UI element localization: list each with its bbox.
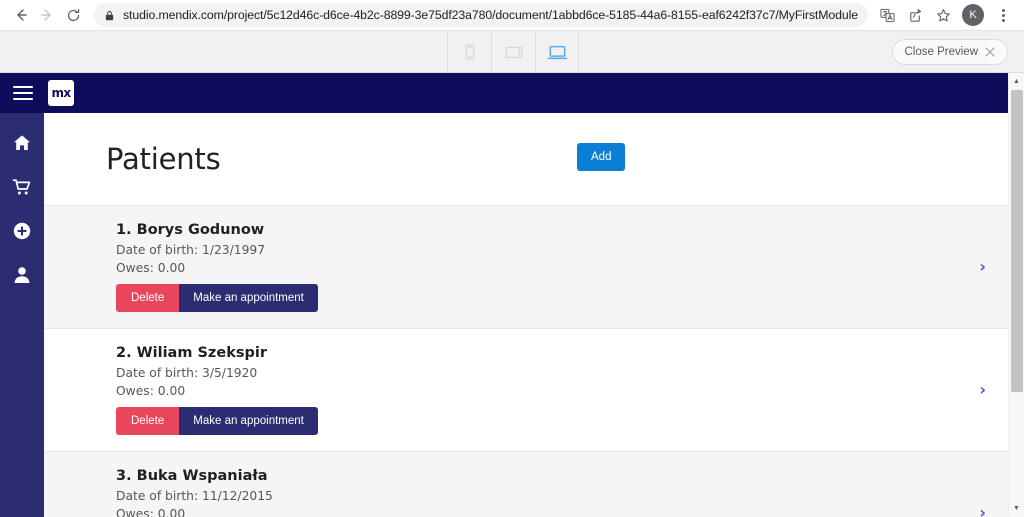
scroll-down-arrow[interactable]: ▼	[1013, 500, 1020, 517]
make-appointment-button[interactable]: Make an appointment	[179, 284, 318, 312]
row-actions: Delete Make an appointment	[116, 284, 1024, 312]
patient-name: 1. Borys Godunow	[116, 222, 265, 238]
patient-dob: Date of birth: 1/23/1997	[116, 243, 266, 257]
page-content: Patients Add 1. Borys Godunow Date of bi…	[44, 113, 1024, 517]
shopping-cart-icon[interactable]	[10, 175, 34, 199]
page-title: Patients	[106, 142, 221, 176]
sidebar	[0, 113, 44, 517]
add-button[interactable]: Add	[577, 143, 626, 171]
patient-owes: Owes: 0.00	[116, 507, 186, 517]
close-preview-button[interactable]: Close Preview	[891, 38, 1008, 65]
address-bar[interactable]: studio.mendix.com/project/5c12d46c-d6ce-…	[94, 3, 868, 27]
table-row[interactable]: 1. Borys Godunow Date of birth: 1/23/199…	[44, 205, 1024, 328]
patient-dob: Date of birth: 11/12/2015	[116, 489, 273, 503]
translate-icon[interactable]	[874, 2, 900, 28]
delete-button[interactable]: Delete	[116, 407, 180, 435]
table-row[interactable]: 3. Buka Wspaniała Date of birth: 11/12/2…	[44, 451, 1024, 517]
device-desktop-button[interactable]	[535, 31, 579, 73]
delete-button[interactable]: Delete	[116, 284, 180, 312]
patient-owes: Owes: 0.00	[116, 384, 186, 398]
chevron-right-icon[interactable]: ›	[979, 505, 986, 517]
browser-actions: K	[874, 2, 1016, 28]
lock-icon	[104, 10, 115, 21]
plus-circle-icon[interactable]	[10, 219, 34, 243]
app-body: Patients Add 1. Borys Godunow Date of bi…	[0, 113, 1024, 517]
app-topbar: mx	[0, 73, 1024, 113]
browser-toolbar: studio.mendix.com/project/5c12d46c-d6ce-…	[0, 0, 1024, 31]
close-preview-label: Close Preview	[904, 45, 979, 58]
hamburger-menu-icon[interactable]	[10, 80, 36, 106]
row-actions: Delete Make an appointment	[116, 407, 1024, 435]
vertical-scrollbar[interactable]: ▲ ▼	[1008, 73, 1024, 517]
make-appointment-button[interactable]: Make an appointment	[179, 407, 318, 435]
share-icon[interactable]	[902, 2, 928, 28]
patient-owes: Owes: 0.00	[116, 261, 186, 275]
page-header: Patients Add	[44, 113, 1024, 205]
app-frame: mx Patients Add 1. Borys Godunow Date of…	[0, 73, 1024, 517]
chevron-right-icon[interactable]: ›	[979, 382, 986, 398]
patient-name: 3. Buka Wspaniała	[116, 468, 268, 484]
device-tablet-button[interactable]	[491, 31, 535, 73]
forward-icon[interactable]	[34, 2, 60, 28]
patient-list: 1. Borys Godunow Date of birth: 1/23/199…	[44, 205, 1024, 517]
device-phone-button[interactable]	[447, 31, 491, 73]
mendix-logo: mx	[48, 80, 74, 106]
reload-icon[interactable]	[60, 2, 86, 28]
close-icon	[985, 46, 995, 57]
preview-toolbar: Close Preview	[0, 31, 1024, 73]
home-icon[interactable]	[10, 131, 34, 155]
scrollbar-thumb[interactable]	[1011, 90, 1023, 392]
table-row[interactable]: 2. Wiliam Szekspir Date of birth: 3/5/19…	[44, 328, 1024, 451]
avatar[interactable]: K	[962, 4, 984, 26]
back-icon[interactable]	[8, 2, 34, 28]
user-icon[interactable]	[10, 263, 34, 287]
star-icon[interactable]	[930, 2, 956, 28]
device-selector	[447, 31, 579, 73]
patient-name: 2. Wiliam Szekspir	[116, 345, 267, 361]
patient-dob: Date of birth: 3/5/1920	[116, 366, 258, 380]
url-text: studio.mendix.com/project/5c12d46c-d6ce-…	[123, 8, 858, 22]
kebab-menu-icon[interactable]	[990, 2, 1016, 28]
chevron-right-icon[interactable]: ›	[979, 259, 986, 275]
scrollbar-track[interactable]	[1009, 90, 1024, 500]
scroll-up-arrow[interactable]: ▲	[1013, 73, 1020, 90]
